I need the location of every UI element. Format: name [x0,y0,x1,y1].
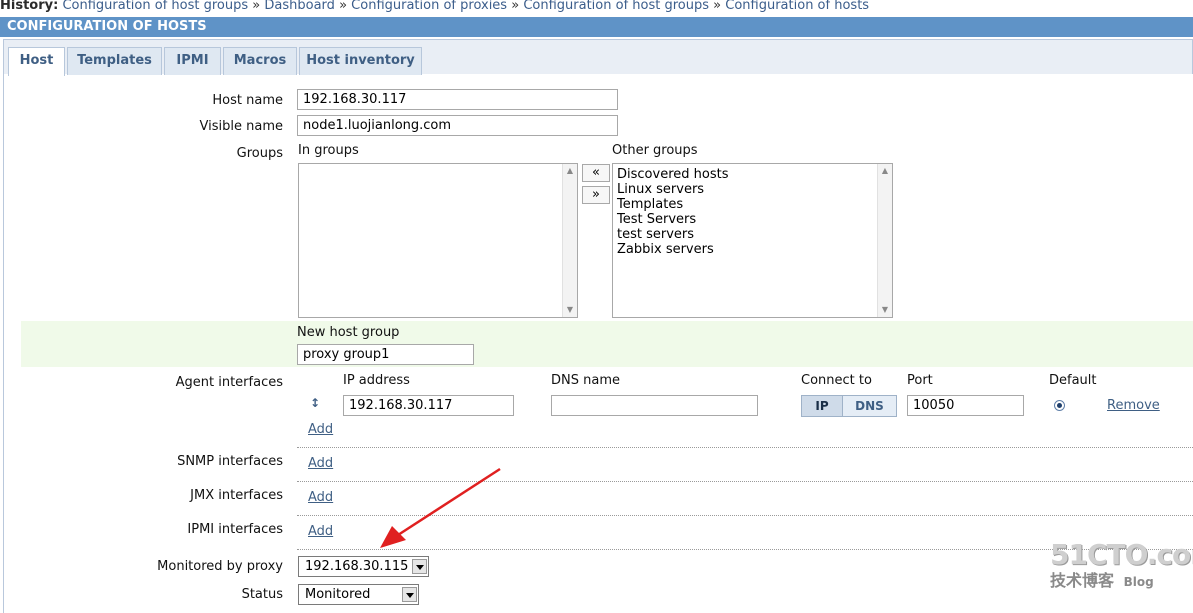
history-separator: » [339,0,348,13]
history-link-hosts[interactable]: Configuration of hosts [725,0,869,13]
add-snmp-interface-link[interactable]: Add [308,456,333,471]
tab-macros[interactable]: Macros [223,47,297,75]
new-host-group-input[interactable]: proxy group1 [297,344,474,365]
other-groups-items: Discovered hosts Linux servers Templates… [617,167,728,257]
add-ipmi-interface-link[interactable]: Add [308,524,333,539]
move-left-button[interactable]: « [582,164,610,182]
watermark-line1: 51CTO.com [1050,538,1193,571]
history-link-host-groups-1[interactable]: Configuration of host groups [62,0,248,13]
history-breadcrumb: History: Configuration of host groups » … [0,0,1193,17]
tab-bar: Host Templates IPMI Macros Host inventor… [3,39,1193,76]
page-title: CONFIGURATION OF HOSTS [0,17,1193,37]
proxy-select-value: 192.168.30.115 [305,559,409,574]
groups-label: Groups [236,146,283,161]
annotation-arrow-head [380,526,406,548]
annotation-arrow-line [397,467,501,537]
other-groups-scrollbar[interactable]: ▲ ▼ [877,164,892,317]
scroll-up-icon[interactable]: ▲ [878,164,892,178]
list-item[interactable]: Templates [617,197,728,212]
agent-port-input[interactable]: 10050 [907,395,1024,416]
monitored-by-proxy-label: Monitored by proxy [157,559,283,574]
other-groups-label: Other groups [612,143,698,158]
other-groups-listbox[interactable]: Discovered hosts Linux servers Templates… [612,163,893,318]
default-radio[interactable] [1054,400,1065,411]
history-separator: » [713,0,722,13]
status-select[interactable]: Monitored [298,584,419,605]
scroll-down-icon[interactable]: ▼ [878,303,892,317]
ip-address-column-header: IP address [343,373,410,388]
move-right-button[interactable]: » [582,186,610,204]
list-item[interactable]: Linux servers [617,182,728,197]
connect-ip-button[interactable]: IP [801,395,843,417]
tab-host-inventory[interactable]: Host inventory [299,47,422,75]
divider [297,447,1193,448]
watermark-logo: 51CTO.com 技术博客 Blog [1050,538,1193,600]
history-separator: » [252,0,261,13]
in-groups-scrollbar[interactable]: ▲ ▼ [562,164,577,317]
watermark-chinese: 技术博客 [1050,571,1115,590]
connect-dns-button[interactable]: DNS [842,395,897,417]
host-name-input[interactable]: 192.168.30.117 [297,89,618,110]
port-column-header: Port [907,373,933,388]
in-groups-listbox[interactable]: ▲ ▼ [298,163,578,318]
agent-ip-input[interactable]: 192.168.30.117 [343,395,514,416]
new-host-group-label: New host group [297,325,400,340]
status-select-value: Monitored [305,587,371,602]
jmx-interfaces-label: JMX interfaces [190,488,283,503]
agent-dns-input[interactable] [551,395,758,416]
proxy-select[interactable]: 192.168.30.115 [298,556,429,577]
ipmi-interfaces-label: IPMI interfaces [187,522,283,537]
in-groups-label: In groups [298,143,359,158]
scroll-down-icon[interactable]: ▼ [563,303,577,317]
annotation-arrow-icon [380,467,501,548]
chevron-down-icon[interactable] [402,587,417,602]
remove-interface-link[interactable]: Remove [1107,398,1160,413]
watermark-blog: Blog [1123,575,1154,589]
default-column-header: Default [1049,373,1097,388]
list-item[interactable]: Zabbix servers [617,242,728,257]
dns-name-column-header: DNS name [551,373,620,388]
watermark-line2: 技术博客 Blog [1050,570,1190,593]
history-link-host-groups-2[interactable]: Configuration of host groups [523,0,709,13]
add-agent-interface-link[interactable]: Add [308,422,333,437]
history-link-proxies[interactable]: Configuration of proxies [351,0,507,13]
chevron-down-icon[interactable] [412,559,427,574]
list-item[interactable]: test servers [617,227,728,242]
history-label: History: [0,0,59,13]
status-label: Status [241,587,283,602]
tab-host[interactable]: Host [8,47,65,76]
host-name-label: Host name [212,93,283,108]
history-separator: » [511,0,520,13]
snmp-interfaces-label: SNMP interfaces [177,454,283,469]
add-jmx-interface-link[interactable]: Add [308,490,333,505]
list-item[interactable]: Discovered hosts [617,167,728,182]
history-link-dashboard[interactable]: Dashboard [264,0,335,13]
tab-ipmi[interactable]: IPMI [164,47,221,75]
list-item[interactable]: Test Servers [617,212,728,227]
visible-name-label: Visible name [199,119,283,134]
scroll-up-icon[interactable]: ▲ [563,164,577,178]
tab-templates[interactable]: Templates [67,47,162,75]
new-host-group-row [21,321,1193,367]
agent-interfaces-label: Agent interfaces [175,375,283,390]
drag-handle-icon[interactable]: ↕ [310,396,320,410]
connect-to-column-header: Connect to [801,373,872,388]
visible-name-input[interactable]: node1.luojianlong.com [297,115,618,136]
